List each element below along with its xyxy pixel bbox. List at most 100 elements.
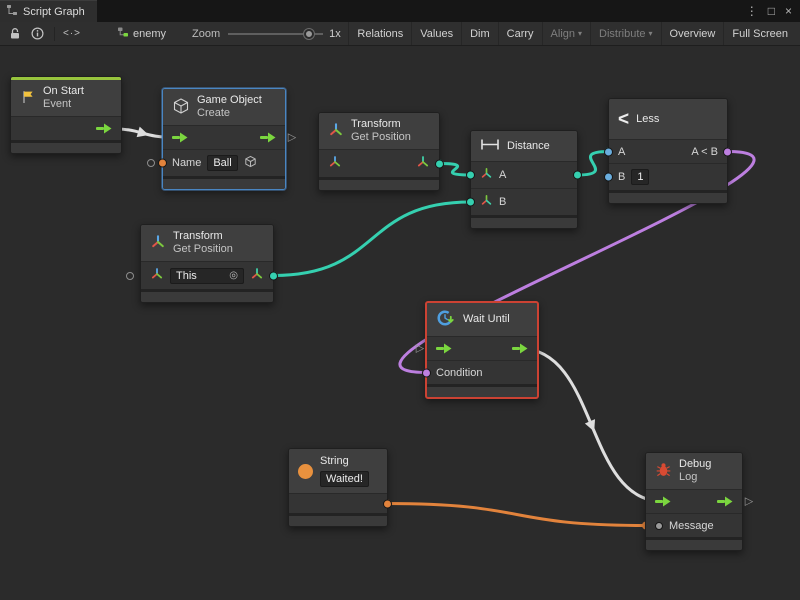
vector-b-in-port[interactable] (466, 198, 475, 207)
port-a-label: A (618, 146, 625, 158)
node-header: On Start Event (11, 80, 121, 116)
message-label: Message (669, 520, 714, 532)
condition-in-port[interactable] (422, 368, 431, 377)
distribute-label: Distribute (599, 28, 645, 40)
flow-in-port[interactable] (436, 343, 452, 354)
node-title: Transform (351, 118, 411, 131)
full-screen-button[interactable]: Full Screen (723, 22, 796, 45)
flow-port-row (11, 116, 121, 140)
node-subtitle: Get Position (173, 243, 233, 256)
transform-icon (150, 234, 166, 253)
game-object-picker-icon[interactable] (244, 155, 257, 171)
node-header: Distance (471, 131, 577, 161)
bug-icon (655, 461, 672, 481)
carry-button[interactable]: Carry (498, 22, 542, 45)
name-input-value: Ball (213, 157, 231, 169)
node-title: Debug (679, 458, 711, 471)
flow-port-row (646, 489, 742, 513)
node-header: String Waited! (289, 449, 387, 493)
graph-toolbar: <·> enemy Zoom 1x Relations Values Dim C… (0, 22, 800, 46)
node-header: Wait Until (427, 303, 537, 336)
node-string-literal[interactable]: String Waited! (288, 448, 388, 527)
info-icon[interactable] (26, 24, 48, 44)
string-value: Waited! (326, 473, 363, 485)
flow-out-port[interactable] (260, 132, 276, 143)
target-select[interactable]: This ◎ (170, 268, 244, 284)
node-create-game-object[interactable]: Game Object Create Name Ball (162, 88, 286, 190)
code-icon[interactable]: <·> (61, 24, 83, 44)
relations-button[interactable]: Relations (348, 22, 411, 45)
graph-name[interactable]: enemy (117, 26, 166, 41)
graph-canvas[interactable]: On Start Event Game Object Create (0, 46, 800, 600)
node-title: Distance (507, 140, 550, 153)
node-distance[interactable]: Distance A B (470, 130, 578, 229)
position-out-port[interactable] (435, 159, 444, 168)
align-button[interactable]: Align▾ (542, 22, 590, 45)
close-icon[interactable]: × (785, 4, 792, 18)
node-footer (319, 177, 439, 190)
zoom-slider[interactable] (228, 27, 323, 41)
vector-result-icon (250, 267, 264, 284)
node-header: Game Object Create (163, 89, 285, 125)
comparison-out-label: A < B (691, 146, 718, 158)
position-out-port[interactable] (269, 271, 278, 280)
target-icon: ◎ (229, 270, 238, 281)
node-footer (609, 190, 727, 203)
result-out-port[interactable] (723, 147, 732, 156)
node-wait-until[interactable]: Wait Until Condition (425, 301, 539, 399)
name-input-field[interactable]: Ball (207, 155, 237, 171)
dim-button[interactable]: Dim (461, 22, 498, 45)
flow-out-port[interactable] (512, 343, 528, 354)
flag-icon (20, 89, 36, 108)
message-in-port[interactable] (645, 525, 647, 527)
transform-target-icon[interactable] (150, 267, 164, 284)
name-value-port[interactable] (158, 159, 167, 168)
node-subtitle: Log (679, 471, 711, 484)
message-row: Message (646, 513, 742, 537)
target-in-port[interactable] (140, 275, 142, 277)
node-debug-log[interactable]: Debug Log Message (645, 452, 743, 551)
node-get-position-top[interactable]: Transform Get Position (318, 112, 440, 191)
node-footer (471, 215, 577, 228)
string-icon (298, 464, 313, 479)
value-port-row (319, 149, 439, 177)
overview-button[interactable]: Overview (661, 22, 724, 45)
distribute-button[interactable]: Distribute ▾ (590, 22, 660, 45)
flow-in-port[interactable] (172, 132, 188, 143)
script-graph-icon (6, 4, 18, 19)
zoom-slider-knob[interactable] (304, 29, 314, 39)
chevron-down-icon: ▾ (649, 29, 653, 38)
node-get-position-bottom[interactable]: Transform Get Position This ◎ (140, 224, 274, 303)
string-value-field[interactable]: Waited! (320, 471, 369, 487)
distance-out-port[interactable] (573, 171, 582, 180)
node-on-start-event[interactable]: On Start Event (10, 76, 122, 154)
zoom-label: Zoom (192, 28, 220, 40)
values-button[interactable]: Values (411, 22, 461, 45)
tab-script-graph[interactable]: Script Graph (0, 0, 97, 22)
node-less[interactable]: < Less A A < B B 1 (608, 98, 728, 204)
b-in-port[interactable] (604, 173, 613, 182)
b-value-field[interactable]: 1 (631, 169, 649, 185)
node-header: Transform Get Position (319, 113, 439, 149)
lock-icon[interactable] (4, 24, 26, 44)
transform-target-icon[interactable] (328, 155, 342, 172)
carry-label: Carry (507, 28, 534, 40)
node-header: < Less (609, 99, 727, 139)
flow-out-port[interactable] (96, 123, 112, 134)
port-b-label: B (618, 171, 625, 183)
input-b-row: B 1 (609, 163, 727, 190)
node-footer (11, 140, 121, 153)
flow-out-port[interactable] (717, 496, 733, 507)
node-title: Game Object (197, 94, 262, 107)
node-title: Less (636, 113, 659, 126)
string-out-port[interactable] (383, 499, 392, 508)
maximize-icon[interactable]: □ (768, 4, 775, 18)
window-menu-icon[interactable]: ⋮ (746, 4, 758, 18)
unconnected-flow-triangle-icon: ▷ (288, 132, 296, 143)
flow-in-port[interactable] (655, 496, 671, 507)
vector-a-in-port[interactable] (466, 171, 475, 180)
name-port-label: Name (172, 157, 201, 169)
graph-name-label: enemy (133, 28, 166, 40)
condition-label: Condition (436, 367, 482, 379)
a-in-port[interactable] (604, 147, 613, 156)
